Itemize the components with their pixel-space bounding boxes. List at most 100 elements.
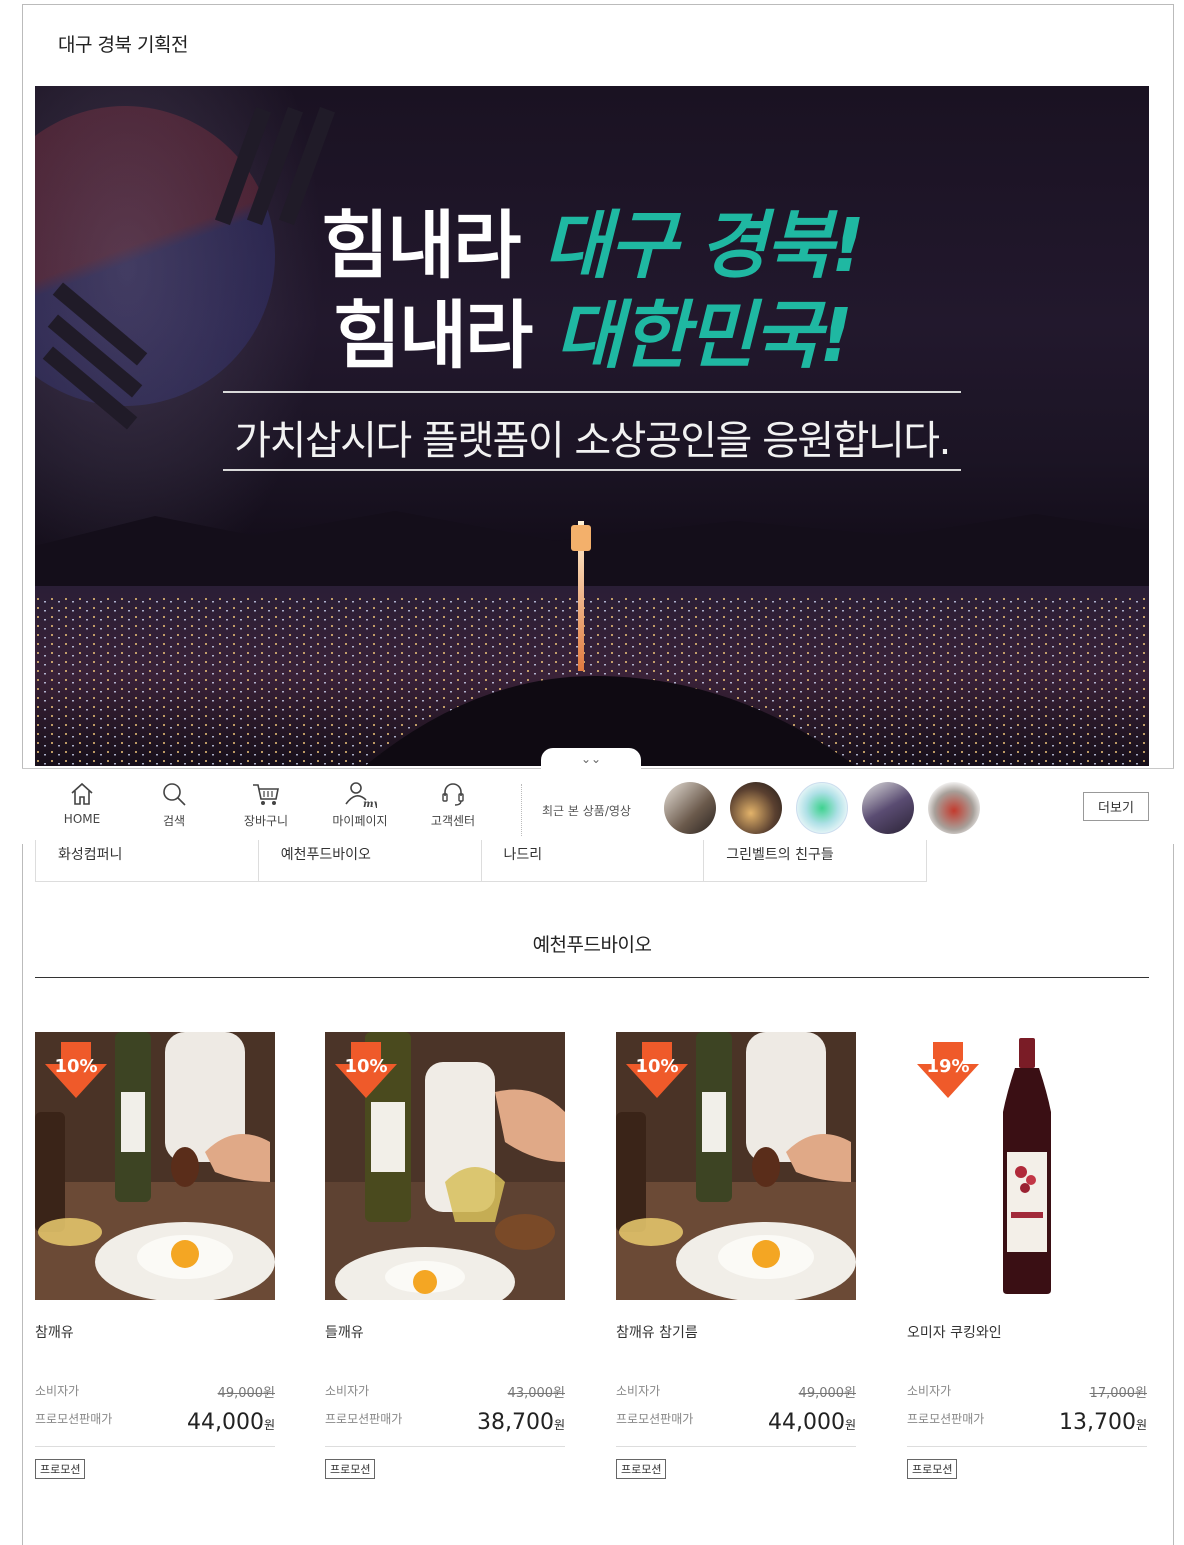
currency-unit: 원 <box>844 1418 856 1432</box>
discount-text: 19% <box>926 1056 970 1077</box>
product-image[interactable]: 10% <box>35 1032 275 1300</box>
cart-icon <box>253 784 279 805</box>
product-card[interactable]: 19% 오미자 쿠킹와인 소비자가 17,000원 프로모션판매가 13,700… <box>907 1032 1147 1479</box>
store-tab[interactable]: 그린벨트의 친구들 <box>704 840 926 881</box>
quick-mypage-label: 마이페이지 <box>332 814 388 828</box>
sale-price-label: 프로모션판매가 <box>907 1412 985 1426</box>
sale-price-value: 44,000 <box>186 1410 264 1435</box>
quick-cart-label: 장바구니 <box>243 814 289 828</box>
currency-unit: 원 <box>1135 1418 1147 1432</box>
quickbar-toggle[interactable]: ⌄⌄ <box>541 748 641 770</box>
product-name[interactable]: 오미자 쿠킹와인 <box>907 1322 1147 1341</box>
home-icon <box>71 782 93 805</box>
sale-price-row: 프로모션판매가 44,000원 <box>616 1410 856 1438</box>
currency-unit: 원 <box>553 1418 565 1432</box>
product-image[interactable]: 19% <box>907 1032 1147 1300</box>
quick-home[interactable]: HOME <box>42 780 122 826</box>
quick-search[interactable]: 검색 <box>134 780 214 829</box>
banner-subtitle: 가치삽시다 플랫폼이 소상공인을 응원합니다. <box>234 418 951 464</box>
list-price-row: 소비자가 49,000원 <box>616 1382 856 1404</box>
discount-badge: 10% <box>45 1042 107 1098</box>
list-price: 49,000원 <box>217 1386 275 1401</box>
svg-text:my: my <box>363 799 377 808</box>
product-divider <box>325 1446 565 1447</box>
search-icon <box>163 783 186 806</box>
recent-item-thumbnail[interactable] <box>730 782 782 834</box>
product-image[interactable]: 10% <box>616 1032 856 1300</box>
quick-mypage[interactable]: my 마이페이지 <box>320 780 400 829</box>
list-price-label: 소비자가 <box>35 1384 80 1398</box>
city-night-skyline <box>35 511 1149 766</box>
list-price-row: 소비자가 49,000원 <box>35 1382 275 1404</box>
recent-items-label: 최근 본 상품/영상 <box>542 804 631 818</box>
discount-text: 10% <box>344 1056 388 1077</box>
currency-unit: 원 <box>263 1418 275 1432</box>
discount-badge: 10% <box>626 1042 688 1098</box>
quick-cart[interactable]: 장바구니 <box>226 780 306 829</box>
list-price-label: 소비자가 <box>325 1384 370 1398</box>
recent-item-thumbnail[interactable] <box>928 782 980 834</box>
recent-item-thumbnail[interactable] <box>664 782 716 834</box>
more-button[interactable]: 더보기 <box>1083 792 1149 821</box>
section-title: 예천푸드바이오 <box>532 934 652 956</box>
product-divider <box>907 1446 1147 1447</box>
quickbar-divider <box>521 784 522 836</box>
sale-price-row: 프로모션판매가 44,000원 <box>35 1410 275 1438</box>
product-card[interactable]: 10% 참깨유 참기름 소비자가 49,000원 프로모션판매가 44,000원… <box>616 1032 856 1479</box>
tower-top <box>571 525 591 551</box>
promotion-tag: 프로모션 <box>907 1459 958 1479</box>
hero-banner[interactable]: 힘내라 대구 경북! 힘내라 대한민국! 가치삽시다 플랫폼이 소상공인을 응원… <box>35 86 1149 766</box>
store-tab[interactable]: 나드리 <box>482 840 705 881</box>
page-title: 대구 경북 기획전 <box>58 34 188 56</box>
sale-price: 38,700원 <box>477 1410 565 1435</box>
sale-price: 44,000원 <box>187 1410 275 1435</box>
headset-icon <box>442 783 464 806</box>
quick-support[interactable]: 고객센터 <box>413 780 493 829</box>
section-divider <box>35 977 1149 978</box>
quick-support-label: 고객센터 <box>430 814 476 828</box>
quick-home-label: HOME <box>63 812 101 826</box>
store-tabs: 화성컴퍼니 예천푸드바이오 나드리 그린벨트의 친구들 <box>35 840 927 882</box>
recent-item-thumbnail[interactable] <box>862 782 914 834</box>
product-card[interactable]: 10% 참깨유 소비자가 49,000원 프로모션판매가 44,000원 프로모… <box>35 1032 275 1479</box>
product-image[interactable]: 10% <box>325 1032 565 1300</box>
discount-text: 10% <box>54 1056 98 1077</box>
chevron-double-down-icon: ⌄⌄ <box>580 752 602 766</box>
list-price-label: 소비자가 <box>907 1384 952 1398</box>
product-card[interactable]: 10% 들깨유 소비자가 43,000원 프로모션판매가 38,700원 프로모… <box>325 1032 565 1479</box>
sale-price: 13,700원 <box>1059 1410 1147 1435</box>
list-price-row: 소비자가 43,000원 <box>325 1382 565 1404</box>
banner-divider <box>223 391 961 393</box>
list-price: 17,000원 <box>1089 1386 1147 1401</box>
list-price: 49,000원 <box>798 1386 856 1401</box>
banner-headline-2: 힘내라 대한민국! <box>35 276 1149 383</box>
product-name[interactable]: 들깨유 <box>325 1322 565 1341</box>
sale-price-label: 프로모션판매가 <box>325 1412 403 1426</box>
recent-item-thumbnail[interactable] <box>796 782 848 834</box>
sale-price-label: 프로모션판매가 <box>35 1412 113 1426</box>
product-divider <box>35 1446 275 1447</box>
banner-divider <box>223 469 961 471</box>
sale-price-row: 프로모션판매가 13,700원 <box>907 1410 1147 1438</box>
discount-badge: 19% <box>917 1042 979 1098</box>
product-name[interactable]: 참깨유 <box>35 1322 275 1341</box>
product-divider <box>616 1446 856 1447</box>
sale-price-value: 44,000 <box>767 1410 845 1435</box>
promotion-tag: 프로모션 <box>325 1459 376 1479</box>
quick-search-label: 검색 <box>162 814 186 828</box>
sale-price-value: 38,700 <box>476 1410 554 1435</box>
list-price: 43,000원 <box>507 1386 565 1401</box>
discount-badge: 10% <box>335 1042 397 1098</box>
store-tab[interactable]: 예천푸드바이오 <box>259 840 482 881</box>
list-price-label: 소비자가 <box>616 1384 661 1398</box>
headline-teal-text: 대한민국! <box>554 293 853 379</box>
store-tab[interactable]: 화성컴퍼니 <box>36 840 259 881</box>
discount-text: 10% <box>635 1056 679 1077</box>
promotion-tag: 프로모션 <box>35 1459 86 1479</box>
list-price-row: 소비자가 17,000원 <box>907 1382 1147 1404</box>
sale-price: 44,000원 <box>768 1410 856 1435</box>
headline-white-text: 힘내라 <box>332 293 555 379</box>
user-my-icon: my <box>345 782 377 808</box>
product-name[interactable]: 참깨유 참기름 <box>616 1322 856 1341</box>
sale-price-value: 13,700 <box>1058 1410 1136 1435</box>
